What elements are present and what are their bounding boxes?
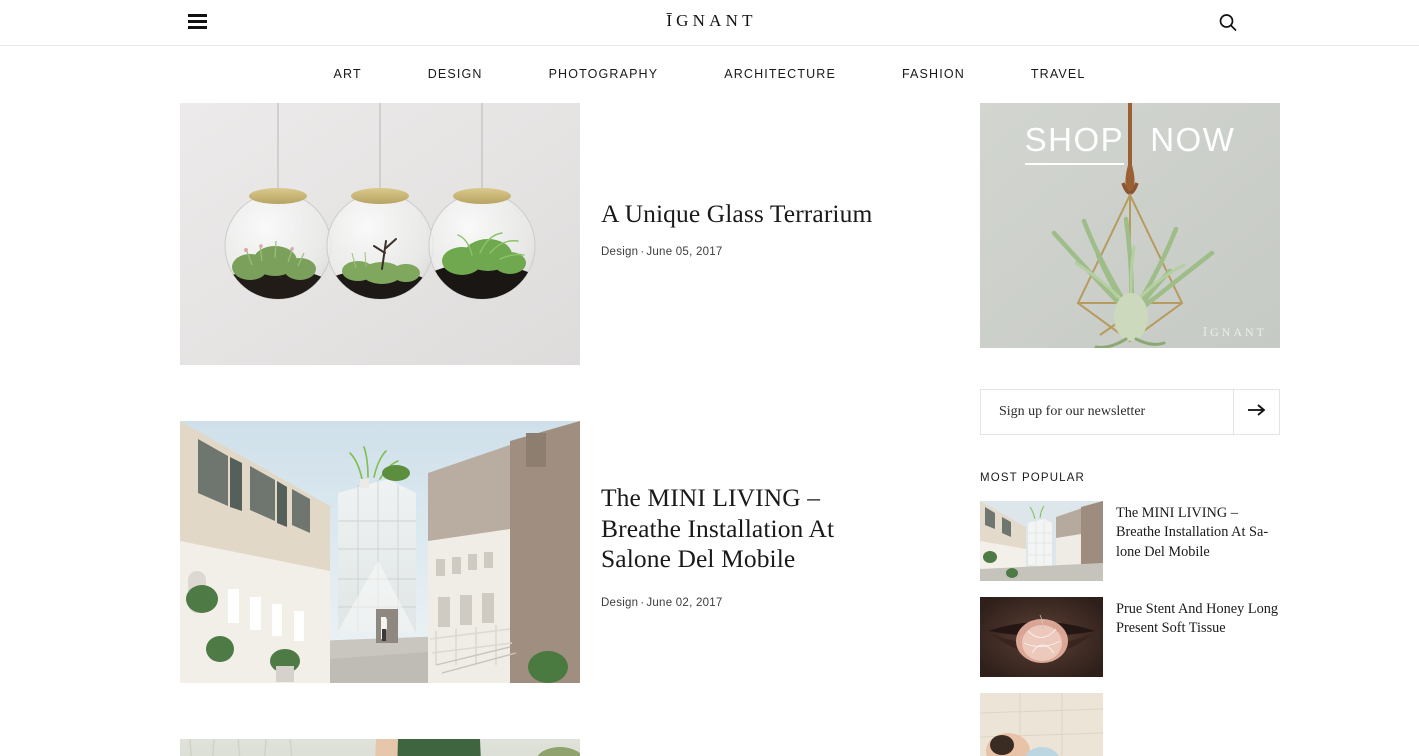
nav-item-fashion[interactable]: FASHION — [869, 68, 998, 81]
newsletter-submit-button[interactable] — [1233, 390, 1279, 434]
page-content: A Unique Glass Terrarium Design · June 05,… — [0, 103, 1419, 756]
newsletter-signup — [980, 389, 1280, 435]
popular-item-title — [1103, 693, 1116, 696]
most-popular-heading: MOST POPULAR — [980, 472, 1085, 484]
article-body: A Unique Glass Terrarium Design · June 05,… — [580, 103, 930, 258]
nav-item-photography[interactable]: PHOTOGRAPHY — [516, 68, 692, 81]
nav-item-travel[interactable]: TRAVEL — [998, 68, 1119, 81]
article-body — [580, 739, 930, 756]
article-thumbnail[interactable] — [180, 421, 580, 683]
site-logo[interactable]: ĪGNANT — [0, 12, 1419, 29]
article-card — [180, 739, 930, 756]
search-icon[interactable] — [1217, 12, 1239, 34]
main-navigation: ART DESIGN PHOTOGRAPHY ARCHITECTURE FASH… — [0, 46, 1419, 103]
article-category[interactable]: Design — [601, 246, 638, 258]
ad-watermark: ĪGNANT — [1203, 325, 1267, 339]
article-date: June 05, 2017 — [646, 245, 723, 258]
article-card: A Unique Glass Terrarium Design · June 05,… — [180, 103, 930, 365]
popular-item-thumbnail — [980, 597, 1103, 677]
top-bar: ĪGNANT — [0, 0, 1419, 46]
article-thumbnail[interactable] — [180, 739, 580, 756]
popular-item-title: Prue Stent And Honey Long Present Soft T… — [1116, 601, 1279, 637]
popular-item-thumbnail — [980, 693, 1103, 756]
ad-headline-shop: SHOP — [1024, 121, 1125, 165]
article-meta: Design · June 05, 2017 — [601, 246, 930, 258]
ad-headline-now: NOW — [1150, 121, 1236, 158]
nav-item-architecture[interactable]: ARCHITECTURE — [691, 68, 869, 81]
newsletter-email-input[interactable] — [981, 390, 1233, 434]
arrow-right-icon — [1247, 403, 1267, 422]
popular-list-item[interactable]: Prue Stent And Honey Long Present Soft T… — [980, 597, 1280, 677]
article-thumbnail[interactable] — [180, 103, 580, 365]
article-title[interactable]: A Unique Glass Terrarium — [601, 199, 901, 230]
article-title[interactable]: The MINI LIVING – Breathe Installation A… — [601, 483, 901, 575]
article-list: A Unique Glass Terrarium Design · June 05,… — [180, 103, 930, 756]
article-category[interactable]: Design — [601, 597, 638, 609]
article-card: The MINI LIVING – Breathe Installation A… — [180, 421, 930, 683]
nav-item-art[interactable]: ART — [301, 68, 395, 81]
shop-now-ad[interactable]: SHOP NOW ĪGNANT — [980, 103, 1280, 348]
article-date: June 02, 2017 — [646, 596, 723, 609]
sidebar: SHOP NOW ĪGNANT MOST POPULAR — [980, 103, 1280, 756]
popular-list-item[interactable]: The MINI LIVING – Breathe Installation A… — [980, 501, 1280, 581]
popular-item-title: The MINI LIVING – Breathe Installation A… — [1116, 505, 1269, 560]
popular-list-item[interactable] — [980, 693, 1280, 756]
article-meta: Design · June 02, 2017 — [601, 597, 930, 609]
nav-item-design[interactable]: DESIGN — [395, 68, 516, 81]
article-body: The MINI LIVING – Breathe Installation A… — [580, 421, 930, 609]
popular-item-thumbnail — [980, 501, 1103, 581]
ad-headline: SHOP NOW — [980, 121, 1280, 165]
